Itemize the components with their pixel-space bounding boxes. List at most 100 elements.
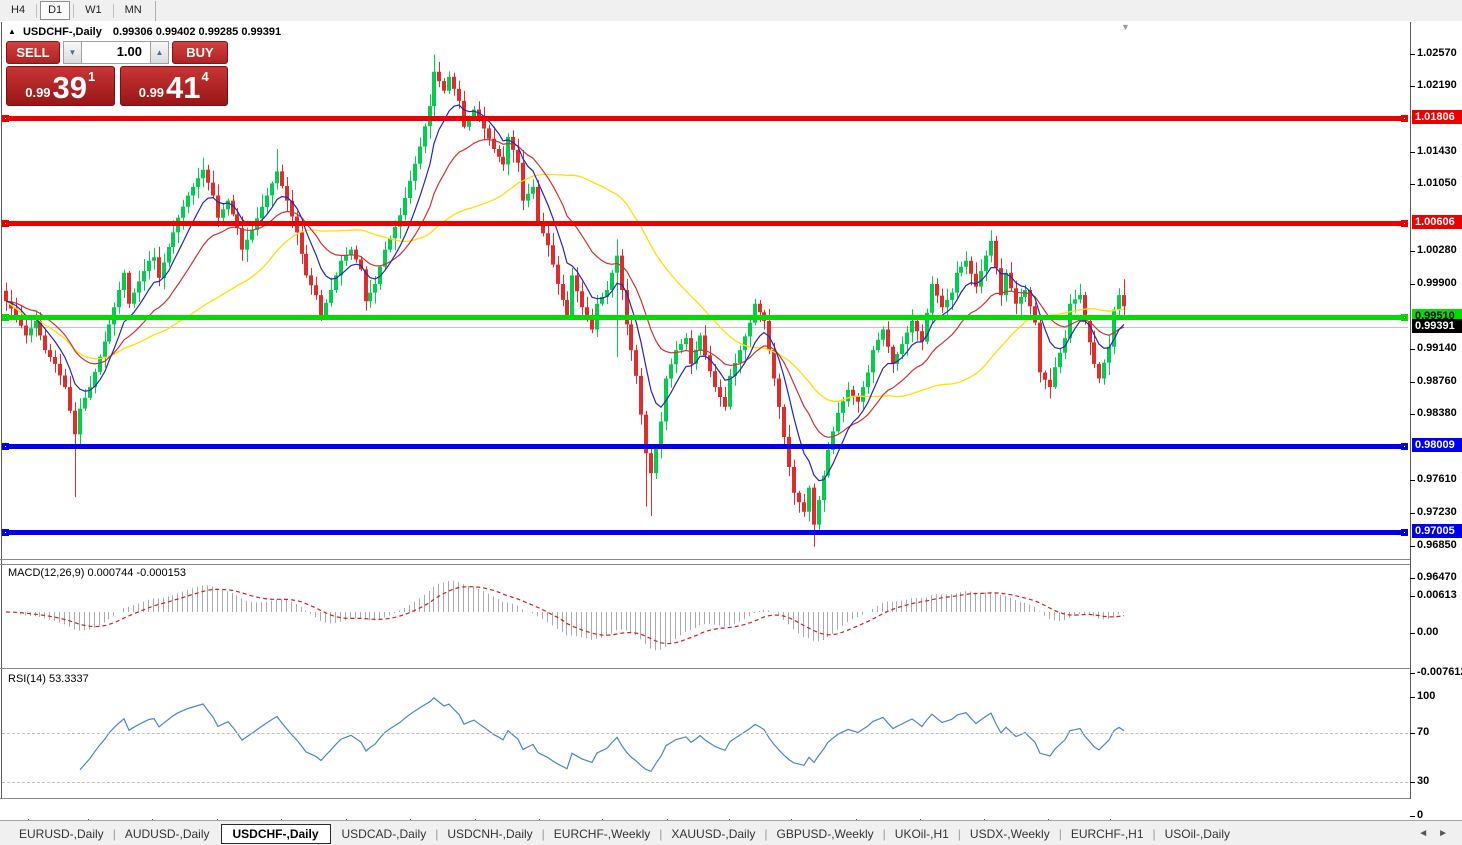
timeframe-toolbar: H4 D1 W1 MN xyxy=(0,0,1462,22)
toolbar-separator xyxy=(73,3,75,18)
line-handle[interactable] xyxy=(2,220,9,227)
buy-price-display[interactable]: 0.99 41 4 xyxy=(119,66,228,106)
price-axis-tick: 1.01050 xyxy=(1417,177,1457,189)
timeframe-button-d1[interactable]: D1 xyxy=(40,1,71,20)
price-level-badge: 1.01806 xyxy=(1412,110,1462,124)
macd-axis-tick: -0.007612 xyxy=(1417,666,1462,678)
line-handle-dot xyxy=(1404,223,1405,224)
chart-ohlc-values: 0.99306 0.99402 0.99285 0.99391 xyxy=(112,26,282,38)
price-axis-tick-mark xyxy=(1410,546,1415,547)
line-handle-dot xyxy=(5,317,6,318)
horizontal-line[interactable] xyxy=(2,530,1408,535)
horizontal-line[interactable] xyxy=(2,315,1408,320)
current-price-line xyxy=(2,327,1408,328)
volume-input[interactable]: 1.00 xyxy=(82,41,150,64)
sell-button[interactable]: SELL xyxy=(6,41,60,64)
price-axis-tick-mark xyxy=(1410,54,1415,55)
price-axis-tick: 1.00280 xyxy=(1417,244,1457,256)
price-axis-tick-mark xyxy=(1410,578,1415,579)
price-axis-tick: 0.99140 xyxy=(1417,342,1457,354)
price-axis-tick: 0.98380 xyxy=(1417,407,1457,419)
chart-tab-usoil-daily[interactable]: USOil-,Daily xyxy=(1154,824,1241,844)
tab-scroll-right-icon[interactable]: ► xyxy=(1438,828,1448,839)
price-level-badge: 1.00606 xyxy=(1412,215,1462,229)
line-handle[interactable] xyxy=(2,529,9,536)
chart-tab-usdcnh-daily[interactable]: USDCNH-,Daily xyxy=(436,824,543,844)
terminal-window: H4 D1 W1 MN ▲ USDCHF-,Daily 0.99306 0.99402… xyxy=(0,0,1462,845)
sell-price-point: 1 xyxy=(88,69,96,84)
chart-tab-eurchf-weekly[interactable]: EURCHF-,Weekly xyxy=(543,824,661,844)
buy-button[interactable]: BUY xyxy=(172,41,228,64)
buy-price-prefix: 0.99 xyxy=(138,85,165,100)
toolbar-separator xyxy=(112,3,114,18)
line-handle-dot xyxy=(1404,317,1405,318)
horizontal-line[interactable] xyxy=(2,221,1408,226)
tab-scroll-left-icon[interactable]: ◄ xyxy=(1418,828,1428,839)
toolbar-separator xyxy=(154,0,156,21)
line-handle[interactable] xyxy=(1401,220,1408,227)
price-level-badge: 0.98009 xyxy=(1412,438,1462,452)
price-axis-tick: 0.98760 xyxy=(1417,375,1457,387)
volume-decrease-button[interactable]: ▼ xyxy=(63,41,82,64)
main-macd-separator[interactable] xyxy=(0,559,1410,560)
chart-tab-eurchf-h1[interactable]: EURCHF-,H1 xyxy=(1060,824,1155,844)
volume-increase-button[interactable]: ▲ xyxy=(150,41,169,64)
chart-tab-gbpusd-weekly[interactable]: GBPUSD-,Weekly xyxy=(766,824,885,844)
line-handle[interactable] xyxy=(2,314,9,321)
candlestick-bodies-bull xyxy=(29,71,1121,525)
chevron-up-icon: ▲ xyxy=(155,48,164,57)
chart-title: ▲ USDCHF-,Daily 0.99306 0.99402 0.99285 … xyxy=(8,26,281,38)
sell-price-pips: 39 xyxy=(52,70,88,105)
sell-price-display[interactable]: 0.99 39 1 xyxy=(6,66,115,106)
chart-right-border xyxy=(1410,22,1411,799)
line-handle[interactable] xyxy=(1401,443,1408,450)
price-axis-tick: 0.96850 xyxy=(1417,539,1457,551)
macd-axis-tick-mark xyxy=(1410,633,1415,634)
timeframe-button-w1[interactable]: W1 xyxy=(77,1,110,20)
price-axis-tick: 1.02570 xyxy=(1417,47,1457,59)
line-handle[interactable] xyxy=(2,115,9,122)
horizontal-line[interactable] xyxy=(2,116,1408,121)
chevron-down-icon: ▼ xyxy=(68,48,77,57)
line-handle[interactable] xyxy=(2,443,9,450)
chart-tab-audusd-daily[interactable]: AUDUSD-,Daily xyxy=(114,824,221,844)
chart-tab-xauusd-daily[interactable]: XAUUSD-,Daily xyxy=(660,824,766,844)
candlestick-wicks-bear xyxy=(6,61,1125,547)
macd-axis-tick-mark xyxy=(1410,596,1415,597)
macd-axis-tick-mark xyxy=(1410,673,1415,674)
chart-shift-marker-icon[interactable]: ▼ xyxy=(1121,23,1130,32)
macd-rsi-separator[interactable] xyxy=(0,668,1410,669)
price-axis-tick-mark xyxy=(1410,349,1415,350)
rsi-line xyxy=(79,696,1125,773)
main-macd-separator2 xyxy=(0,564,1410,565)
macd-axis-tick: 0.00 xyxy=(1417,626,1439,638)
price-axis-tick: 0.97610 xyxy=(1417,473,1457,485)
bottom-axis-line xyxy=(0,798,1410,799)
chart-canvas xyxy=(4,54,1126,773)
horizontal-line[interactable] xyxy=(2,444,1408,449)
timeframe-button-mn[interactable]: MN xyxy=(117,1,150,20)
price-axis-tick-mark xyxy=(1410,414,1415,415)
buy-price-point: 4 xyxy=(201,69,209,84)
chart-tab-usdx-weekly[interactable]: USDX-,Weekly xyxy=(959,824,1061,844)
chart-tab-usdchf-daily[interactable]: USDCHF-,Daily xyxy=(220,823,331,844)
chart-left-border xyxy=(1,22,2,799)
chart-tab-ukoil-h1[interactable]: UKOil-,H1 xyxy=(884,824,960,844)
price-axis-tick-mark xyxy=(1410,86,1415,87)
chart-tab-usdcad-daily[interactable]: USDCAD-,Daily xyxy=(331,824,438,844)
line-handle[interactable] xyxy=(1401,314,1408,321)
chart-tab-eurusd-daily[interactable]: EURUSD-,Daily xyxy=(8,824,115,844)
candlestick-wicks-bull xyxy=(31,54,1120,533)
title-collapse-icon[interactable]: ▲ xyxy=(8,27,16,36)
rsi-axis-tick-mark xyxy=(1410,816,1415,817)
chart-window[interactable]: ▲ USDCHF-,Daily 0.99306 0.99402 0.99285 … xyxy=(0,21,1462,834)
line-handle[interactable] xyxy=(1401,115,1408,122)
rsi-axis-tick-mark xyxy=(1410,733,1415,734)
rsi-axis-tick: 30 xyxy=(1417,775,1430,787)
chart-tab-bar: EURUSD-,Daily | AUDUSD-,Daily USDCHF-,Daily… xyxy=(0,820,1462,845)
price-axis-tick: 0.99900 xyxy=(1417,277,1457,289)
line-handle-dot xyxy=(5,118,6,119)
line-handle[interactable] xyxy=(1401,529,1408,536)
timeframe-button-h4[interactable]: H4 xyxy=(3,1,33,20)
candlestick-bodies-bear xyxy=(4,71,1126,525)
